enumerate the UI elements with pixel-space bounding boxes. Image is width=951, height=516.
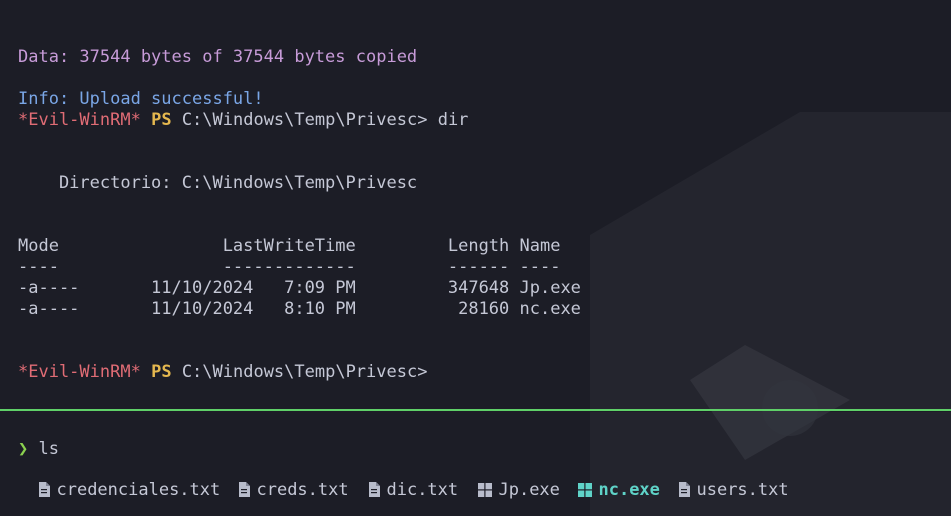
upload-info-line: Info: Upload successful! [18,89,264,109]
directory-line: Directorio: C:\Windows\Temp\Privesc [18,173,418,193]
pane-divider[interactable] [0,409,951,411]
file-item-credenciales[interactable]: credenciales.txt [18,459,220,500]
evil-winrm-label: *Evil-WinRM* [18,110,141,130]
prompt-path: C:\Windows\Temp\Privesc> [181,110,428,130]
table-row: -a---- 11/10/2024 7:09 PM 347648 Jp.exe [18,278,581,298]
prompt-command: dir [437,110,469,130]
file-name: Jp.exe [498,480,560,500]
prompt-chevron-icon: ❯ [18,439,29,459]
file-item-dic[interactable]: dic.txt [348,459,458,500]
table-header: Mode LastWriteTime Length Name [18,236,561,256]
table-rule: ---- ------------- ------ ---- [18,257,561,277]
file-name: users.txt [696,480,789,500]
terminal-top-pane[interactable]: Data: 37544 bytes of 37544 bytes copied … [0,0,951,409]
file-icon [679,482,691,497]
file-icon [39,482,51,497]
ps-label: PS [151,362,172,382]
ls-command: ls [38,439,59,459]
shell-prompt-line: ❯ ls [18,439,59,460]
evil-winrm-label: *Evil-WinRM* [18,362,141,382]
file-name: credenciales.txt [56,480,221,500]
file-item-jp-exe[interactable]: Jp.exe [458,459,560,500]
ps-label: PS [151,110,172,130]
file-item-users[interactable]: users.txt [658,459,789,500]
windows-icon [478,483,493,497]
file-icon [239,482,251,497]
windows-icon [578,483,593,497]
file-name: creds.txt [256,480,349,500]
file-name: nc.exe [598,480,660,500]
table-row: -a---- 11/10/2024 8:10 PM 28160 nc.exe [18,299,581,319]
file-name: dic.txt [386,480,459,500]
file-item-nc-exe[interactable]: nc.exe [558,459,660,500]
file-icon [369,482,381,497]
prompt-line-2[interactable]: *Evil-WinRM* PS C:\Windows\Temp\Privesc> [18,362,427,383]
file-item-creds[interactable]: creds.txt [218,459,349,500]
prompt-path: C:\Windows\Temp\Privesc> [181,362,428,382]
upload-data-line: Data: 37544 bytes of 37544 bytes copied [18,47,418,67]
prompt-line-1: *Evil-WinRM* PS C:\Windows\Temp\Privesc>… [18,110,468,131]
